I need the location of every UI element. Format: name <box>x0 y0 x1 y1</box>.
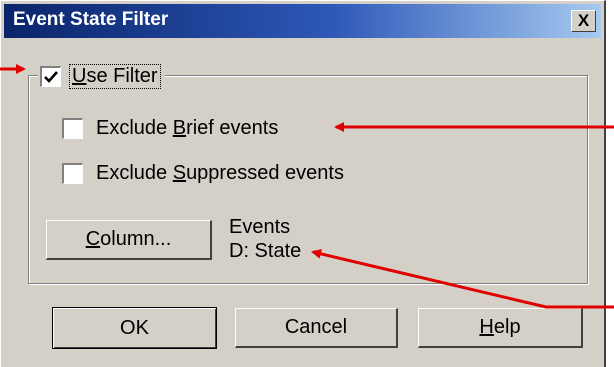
close-icon: X <box>577 11 590 30</box>
title-bar[interactable]: Event State Filter X <box>4 4 601 38</box>
dialog-title: Event State Filter <box>13 9 169 30</box>
exclude-suppressed-checkbox[interactable] <box>62 162 83 184</box>
column-info: Events D: State <box>229 215 301 263</box>
exclude-brief-row[interactable]: Exclude Brief events <box>62 114 278 142</box>
help-button[interactable]: Help <box>418 308 583 348</box>
column-info-line1: Events <box>229 216 291 238</box>
exclude-brief-label: Exclude Brief events <box>96 116 279 139</box>
cancel-button-label: Cancel <box>284 316 348 338</box>
column-info-line2: D: State <box>229 240 302 262</box>
column-button-label: Column... <box>85 228 172 250</box>
exclude-brief-checkbox[interactable] <box>62 117 83 139</box>
use-filter-label: Use Filter <box>69 63 161 89</box>
cancel-button[interactable]: Cancel <box>235 308 398 348</box>
use-filter-checkbox[interactable] <box>40 65 61 87</box>
use-filter-accel: U <box>72 64 87 87</box>
use-filter-checkbox-row[interactable]: Use Filter <box>38 61 165 91</box>
ok-button-label: OK <box>120 317 149 339</box>
help-button-label: Help <box>479 316 521 338</box>
event-state-filter-dialog: Event State Filter X Use Filter Exclude … <box>0 0 606 367</box>
exclude-suppressed-row[interactable]: Exclude Suppressed events <box>62 159 344 187</box>
column-button[interactable]: Column... <box>46 220 212 260</box>
exclude-suppressed-label: Exclude Suppressed events <box>96 161 344 184</box>
checkmark-icon <box>44 70 58 83</box>
close-button[interactable]: X <box>571 10 596 32</box>
ok-button[interactable]: OK <box>52 307 217 349</box>
